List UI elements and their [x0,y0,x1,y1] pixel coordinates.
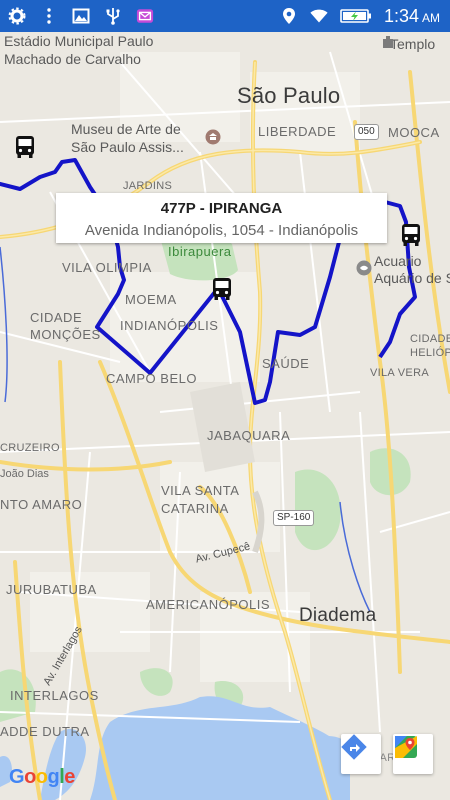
more-icon [40,7,58,25]
logo-letter: G [9,766,25,788]
label-vila-olimpia: VILA OLIMPIA [62,260,152,275]
clock-ampm: AM [422,10,440,25]
bus-marker[interactable] [399,223,423,247]
road-badge-sp160: SP-160 [273,510,315,526]
info-window-title: 477P - IPIRANGA [160,200,283,217]
info-window[interactable]: 477P - IPIRANGA Avenida Indianópolis, 10… [56,193,387,243]
logo-letter: o [24,766,36,788]
label-mooca: MOOCA [388,125,440,140]
battery-charging-icon [340,7,372,25]
label-vila-vera: VILA VERA [370,367,429,379]
label-templo: Templo [390,36,436,52]
logo-letter: o [35,766,48,788]
bus-marker[interactable] [13,135,37,159]
label-cidade-moncoes: CIDADE MONÇÕES [30,310,101,342]
bus-icon [213,278,231,300]
bus-icon [402,224,420,246]
label-saude: SAÚDE [262,356,310,371]
label-jardins: JARDINS [123,180,173,192]
label-jabaquara: JABAQUARA [207,428,291,443]
logo-letter: g [47,766,60,788]
info-window-address: Avenida Indianópolis, 1054 - Indianópoli… [84,222,359,239]
label-interlagos: INTERLAGOS [10,688,99,703]
clock-time: 1:34 [383,5,419,26]
map-base [0,32,450,800]
logo-letter: e [64,766,75,788]
label-moema: MOEMA [125,292,177,307]
map-view[interactable]: Estádio Municipal Paulo Machado de Carva… [0,32,450,800]
image-icon [72,7,90,25]
label-americanopolis: AMERICANÓPOLIS [146,597,271,612]
label-cidade-heliopolis: CIDADE HELIÓP [410,333,450,359]
google-maps-icon [395,736,417,758]
label-liberdade: LIBERDADE [258,124,337,139]
label-adde-dutra: ADDE DUTRA [0,724,90,739]
location-icon [280,7,298,25]
label-estadio: Estádio Municipal Paulo Machado de Carva… [4,33,154,67]
label-diadema: Diadema [299,605,377,626]
label-jurubatuba: JURUBATUBA [6,582,97,597]
label-museu: Museu de Arte de São Paulo Assis... [71,121,184,155]
usb-icon [104,7,122,25]
label-cruzeiro: CRUZEIRO [0,442,60,454]
label-ibirapuera: Ibirapuera [168,244,232,259]
label-sao-paulo: São Paulo [237,83,341,108]
label-joao-dias: João Dias [0,468,49,480]
google-logo: Google [9,766,75,789]
bus-icon [16,136,34,158]
label-campo-belo: CAMPO BELO [106,371,197,386]
settings-icon [8,7,26,25]
label-vila-santa-catarina: VILA SANTA CATARINA [161,483,240,516]
email-icon [136,7,154,25]
bus-marker-selected[interactable] [210,277,234,301]
label-acuario: Acuario Aquário de S [374,253,450,286]
templo-icon [383,36,393,48]
open-google-maps-button[interactable] [393,734,433,774]
label-indianopolis: INDIANÓPOLIS [120,318,219,333]
aquarium-icon [356,260,372,276]
status-bar: 1:34 AM [0,0,450,32]
directions-icon [341,734,367,760]
museum-icon [205,129,221,145]
road-badge-050: 050 [354,124,379,140]
directions-button[interactable] [341,734,381,774]
label-santo-amaro: NTO AMARO [0,497,83,512]
wifi-icon [310,7,328,25]
clock: 1:34 AM [384,6,440,27]
